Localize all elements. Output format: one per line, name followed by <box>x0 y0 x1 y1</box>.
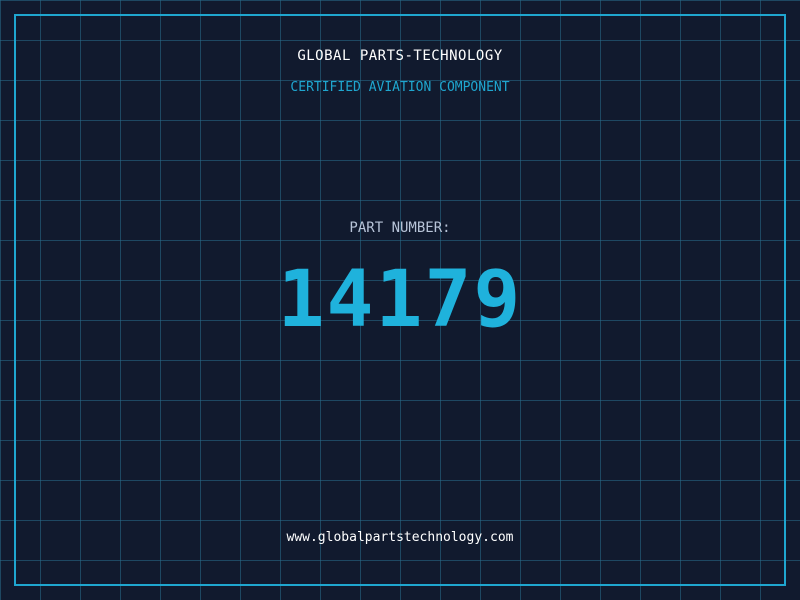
certification-subtitle: CERTIFIED AVIATION COMPONENT <box>290 80 510 95</box>
company-name: GLOBAL PARTS-TECHNOLOGY <box>297 48 503 64</box>
part-number-value: 14179 <box>277 255 523 345</box>
website-url: www.globalpartstechnology.com <box>286 530 514 545</box>
part-number-label: PART NUMBER: <box>349 220 451 236</box>
certificate-page: GLOBAL PARTS-TECHNOLOGY CERTIFIED AVIATI… <box>0 0 800 600</box>
